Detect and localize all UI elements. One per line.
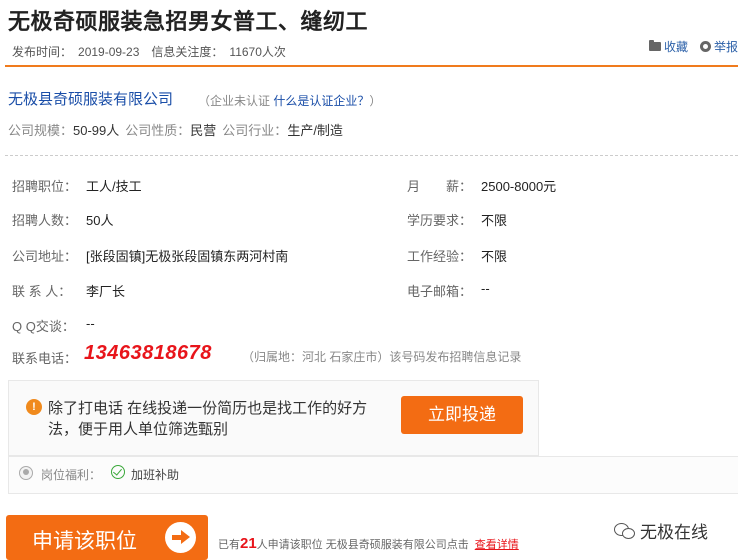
position-value: 工人/技工 bbox=[86, 179, 142, 194]
company-name-link[interactable]: 无极县奇硕服装有限公司 bbox=[8, 88, 173, 109]
scale-label: 公司规模： bbox=[8, 123, 74, 138]
nature-label: 公司性质： bbox=[125, 123, 191, 138]
industry-value: 生产/制造 bbox=[287, 123, 343, 138]
company-info: 公司规模：50-99人 公司性质：民营 公司行业：生产/制造 bbox=[8, 120, 349, 139]
applied-prefix: 已有 bbox=[218, 539, 240, 551]
tip-text: 除了打电话 在线投递一份简历也是找工作的好方法，便于用人单位筛选甄别 bbox=[48, 400, 368, 438]
education-value: 不限 bbox=[481, 213, 508, 228]
address-label: 公司地址： bbox=[12, 249, 78, 264]
welfare-icon bbox=[19, 466, 33, 480]
section-divider bbox=[5, 155, 738, 156]
report-button[interactable]: 举报 bbox=[699, 38, 738, 55]
attention-label: 信息关注度： bbox=[151, 45, 224, 59]
attention-value: 11670人次 bbox=[229, 45, 286, 59]
address-value: [张段固镇]无极张段固镇东两河村南 bbox=[86, 249, 289, 264]
welfare-item: 加班补助 bbox=[131, 468, 180, 482]
applied-info: 已有21人申请该职位 无极县奇硕服装有限公司点击 查看详情 bbox=[218, 535, 519, 552]
experience-value: 不限 bbox=[481, 249, 508, 264]
position-label: 招聘职位： bbox=[12, 179, 78, 194]
publish-label: 发布时间： bbox=[12, 45, 73, 59]
publish-date: 2019-09-23 bbox=[78, 45, 140, 59]
check-icon bbox=[111, 465, 125, 479]
cert-open: （企业未认证 bbox=[198, 94, 274, 108]
welfare-label: 岗位福利： bbox=[41, 468, 102, 482]
qq-label: Q Q交谈： bbox=[12, 319, 75, 334]
salary-label: 月 薪： bbox=[407, 179, 473, 194]
qq-value: -- bbox=[86, 316, 95, 331]
post-meta: 发布时间： 2019-09-23 信息关注度： 11670人次 bbox=[12, 43, 298, 60]
nature-value: 民营 bbox=[190, 123, 217, 138]
top-actions: 收藏 举报 bbox=[648, 38, 738, 55]
applied-count: 21 bbox=[240, 535, 257, 552]
wechat-icon bbox=[614, 523, 635, 539]
scale-value: 50-99人 bbox=[73, 123, 120, 138]
contact-value: 李厂长 bbox=[86, 284, 126, 299]
warning-icon: ! bbox=[26, 399, 42, 415]
favorite-label: 收藏 bbox=[663, 40, 688, 54]
education-label: 学历要求： bbox=[407, 213, 473, 228]
apply-job-label: 申请该职位 bbox=[32, 530, 137, 553]
page-title: 无极奇硕服装急招男女普工、缝纫工 bbox=[8, 9, 369, 34]
salary-value: 2500-8000元 bbox=[481, 179, 557, 194]
gear-icon bbox=[699, 41, 711, 52]
phone-note: （归属地：河北 石家庄市）该号码发布招聘信息记录 bbox=[242, 350, 522, 364]
experience-label: 工作经验： bbox=[407, 249, 473, 264]
phone-number[interactable]: 13463818678 bbox=[84, 342, 212, 365]
industry-label: 公司行业： bbox=[222, 123, 288, 138]
headcount-value: 50人 bbox=[86, 213, 114, 228]
arrow-right-icon bbox=[165, 522, 196, 553]
report-label: 举报 bbox=[713, 40, 738, 54]
apply-now-button[interactable]: 立即投递 bbox=[401, 396, 523, 434]
view-details-link[interactable]: 查看详情 bbox=[475, 539, 519, 551]
watermark: 无极在线 bbox=[614, 518, 708, 543]
what-is-certified-link[interactable]: 什么是认证企业？ bbox=[273, 94, 369, 108]
watermark-text: 无极在线 bbox=[640, 523, 708, 542]
email-value: -- bbox=[481, 281, 490, 296]
favorite-button[interactable]: 收藏 bbox=[648, 38, 688, 55]
headcount-label: 招聘人数： bbox=[12, 213, 78, 228]
email-label: 电子邮箱： bbox=[407, 284, 473, 299]
cert-close: ） bbox=[369, 94, 382, 108]
certification-note: （企业未认证 什么是认证企业？） bbox=[198, 92, 381, 109]
apply-job-button[interactable]: 申请该职位 bbox=[6, 515, 208, 560]
folder-icon bbox=[648, 40, 661, 51]
phone-label: 联系电话： bbox=[12, 351, 78, 366]
applied-suffix: 人申请该职位 无极县奇硕服装有限公司点击 bbox=[256, 539, 469, 551]
contact-label: 联 系 人： bbox=[12, 284, 72, 299]
header-divider bbox=[5, 65, 738, 67]
